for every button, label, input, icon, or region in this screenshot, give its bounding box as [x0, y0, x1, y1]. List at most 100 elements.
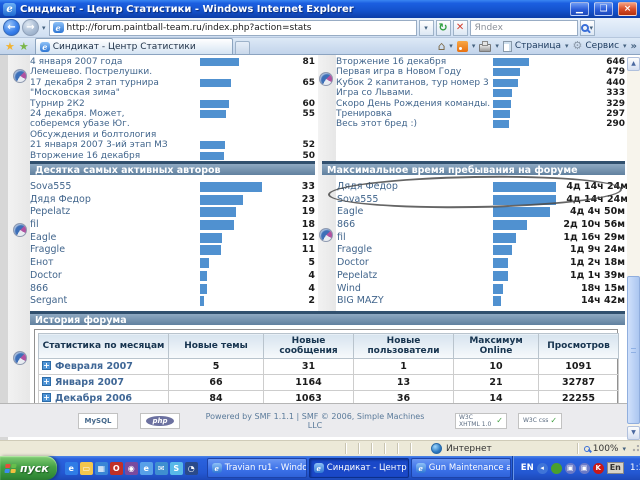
chart-row-value: 55 — [285, 109, 315, 119]
chart-row-label[interactable]: 17 декабря 2 этап турнира "Московская зи… — [30, 78, 200, 99]
w3c-xhtml-badge[interactable]: W3C XHTML 1.0✓ — [455, 413, 507, 429]
new-tab-button[interactable] — [235, 41, 250, 54]
home-icon[interactable]: ⌂ — [438, 40, 446, 52]
tools-menu-label[interactable]: Сервис — [585, 41, 619, 51]
ie-doc-icon[interactable]: e — [140, 462, 153, 475]
chart-row-label[interactable]: Sova555 — [30, 181, 200, 194]
rss-icon[interactable] — [457, 41, 468, 52]
toolbar-overflow-button[interactable]: » — [631, 41, 637, 52]
chart-row-label[interactable]: Дядя Федор — [30, 194, 200, 207]
search-button[interactable]: ▾ — [580, 20, 596, 36]
chart-row-label[interactable]: Pepelatz — [30, 206, 200, 219]
history-dropdown-icon[interactable]: ▾ — [41, 24, 47, 32]
chart-row-label[interactable]: 4 января 2007 года Лемешево. Пострелушки… — [30, 57, 200, 78]
expand-plus-icon[interactable]: + — [42, 377, 51, 386]
forward-button[interactable]: → — [22, 19, 39, 36]
address-url[interactable]: http://forum.paintball-team.ru/index.php… — [67, 23, 413, 33]
chart-row-label[interactable]: Fraggle — [337, 244, 493, 257]
chart-row-label[interactable]: 21 января 2007 3-ий этап МЗ — [30, 140, 200, 150]
network-computers-icon[interactable]: ▣ — [579, 463, 590, 474]
folder-icon[interactable]: ▭ — [80, 462, 93, 475]
chart-row-label[interactable]: Sergant — [30, 295, 200, 308]
chart-row-label[interactable]: Doctor — [337, 257, 493, 270]
chart-row-label[interactable]: Pepelatz — [337, 270, 493, 283]
chart-row-label[interactable]: Турнир 2К2 — [30, 99, 200, 109]
chart-row-label[interactable]: 866 — [30, 283, 200, 296]
chart-row-label[interactable]: Игра со Львами. — [336, 88, 493, 98]
stop-button[interactable]: ✕ — [453, 20, 468, 36]
php-badge[interactable]: php — [140, 413, 180, 429]
chart-row-label[interactable]: Wind — [337, 283, 493, 296]
print-icon[interactable] — [479, 44, 491, 52]
search-input[interactable]: Яndex — [470, 20, 578, 36]
chart-row-label[interactable]: Sova555 — [337, 194, 493, 207]
language-indicator[interactable]: EN — [521, 463, 534, 473]
restore-button[interactable]: ❑ — [594, 2, 613, 16]
chart-row-label[interactable]: fil — [30, 219, 200, 232]
minimize-button[interactable]: ▁ — [570, 2, 589, 16]
chart-row-value: 18 — [285, 219, 315, 232]
address-dropdown-button[interactable]: ▾ — [419, 20, 434, 36]
chart-row-label[interactable]: 24 декабря. Может, соберемся убазе Юг. О… — [30, 109, 200, 140]
ie-icon[interactable]: e — [65, 462, 78, 475]
tools-gear-icon[interactable]: ⚙ — [573, 40, 583, 52]
green-globe-icon[interactable] — [551, 463, 562, 474]
taskbar-task-button[interactable]: eGun Maintenance at ... — [411, 458, 511, 478]
chart-row-label[interactable]: Вторжение 16 декабря — [30, 151, 200, 161]
chart-row: 4 января 2007 года Лемешево. Пострелушки… — [30, 57, 315, 78]
page-menu-icon[interactable] — [503, 41, 512, 52]
language-collapse-icon[interactable]: ◂ — [537, 463, 548, 474]
media-player-icon[interactable]: ◉ — [125, 462, 138, 475]
zoom-control[interactable]: 100% ▾ — [577, 443, 631, 454]
opera-icon[interactable]: O — [110, 462, 123, 475]
mysql-badge[interactable]: MySQL — [78, 413, 118, 429]
chart-row-label[interactable]: Весь этот бред :) — [336, 119, 493, 129]
language-indicator-alt[interactable]: En — [607, 462, 624, 474]
expand-plus-icon[interactable]: + — [42, 393, 51, 402]
zoom-magnifier-icon — [584, 446, 590, 452]
tab-active[interactable]: e Синдикат - Центр Статистики — [35, 38, 233, 54]
address-bar[interactable]: e http://forum.paintball-team.ru/index.p… — [49, 20, 417, 36]
network-computers-icon[interactable]: ▣ — [565, 463, 576, 474]
add-favorite-icon[interactable]: ★ — [17, 40, 31, 54]
mail-icon[interactable]: ✉ — [155, 462, 168, 475]
chart-row-label[interactable]: Тренировка — [336, 109, 493, 119]
page-menu-label[interactable]: Страница — [515, 41, 561, 51]
chart-row-label[interactable]: Fraggle — [30, 244, 200, 257]
page-footer: MySQL php Powered by SMF 1.1.1 | SMF © 2… — [0, 403, 627, 437]
chart-row-label[interactable]: fil — [337, 232, 493, 245]
chart-row-label[interactable]: Первая игра в Новом Году — [336, 67, 493, 77]
refresh-button[interactable]: ↻ — [436, 20, 451, 36]
zoom-level[interactable]: 100% — [593, 444, 619, 454]
chart-row-label[interactable]: BIG MAZY — [337, 295, 493, 308]
chart-row-label[interactable]: Дядя Федор — [337, 181, 493, 194]
chart-row-label[interactable]: Eagle — [337, 206, 493, 219]
zoom-dropdown-icon[interactable]: ▾ — [621, 445, 627, 453]
kaspersky-icon[interactable]: K — [593, 463, 604, 474]
scroll-up-button[interactable]: ▲ — [627, 57, 640, 71]
chart-row-label[interactable]: Кубок 2 капитанов, тур номер 3 — [336, 78, 493, 88]
expand-plus-icon[interactable]: + — [42, 361, 51, 370]
start-button[interactable]: пуск — [0, 456, 57, 480]
chart-row-label[interactable]: Енот — [30, 257, 200, 270]
history-month-link[interactable]: Февраля 2007 — [55, 361, 133, 372]
favorites-center-icon[interactable]: ★ — [3, 40, 17, 54]
vertical-scrollbar[interactable]: ▲ ▼ — [627, 57, 640, 440]
back-button[interactable]: ← — [3, 19, 20, 36]
chart-row-label[interactable]: Вторжение 16 декабря — [336, 57, 493, 67]
show-desktop-icon[interactable]: ▦ — [95, 462, 108, 475]
app-icon[interactable]: ◔ — [185, 462, 198, 475]
skype-icon[interactable]: S — [170, 462, 183, 475]
taskbar-task-button[interactable]: eСиндикат - Центр С... — [309, 458, 409, 478]
chart-row-label[interactable]: Eagle — [30, 232, 200, 245]
chart-row-label[interactable]: Скоро День Рождения команды. — [336, 99, 493, 109]
w3c-css-badge[interactable]: W3C css✓ — [518, 413, 562, 429]
chart-row-label[interactable]: 866 — [337, 219, 493, 232]
scroll-down-button[interactable]: ▼ — [627, 426, 640, 440]
history-month-link[interactable]: Января 2007 — [55, 377, 124, 388]
close-button[interactable]: × — [618, 2, 637, 16]
history-value-cell: 21 — [454, 375, 539, 391]
taskbar-task-button[interactable]: eTravian ru1 - Window... — [207, 458, 307, 478]
scrollbar-thumb[interactable] — [627, 276, 640, 424]
chart-row-label[interactable]: Doctor — [30, 270, 200, 283]
